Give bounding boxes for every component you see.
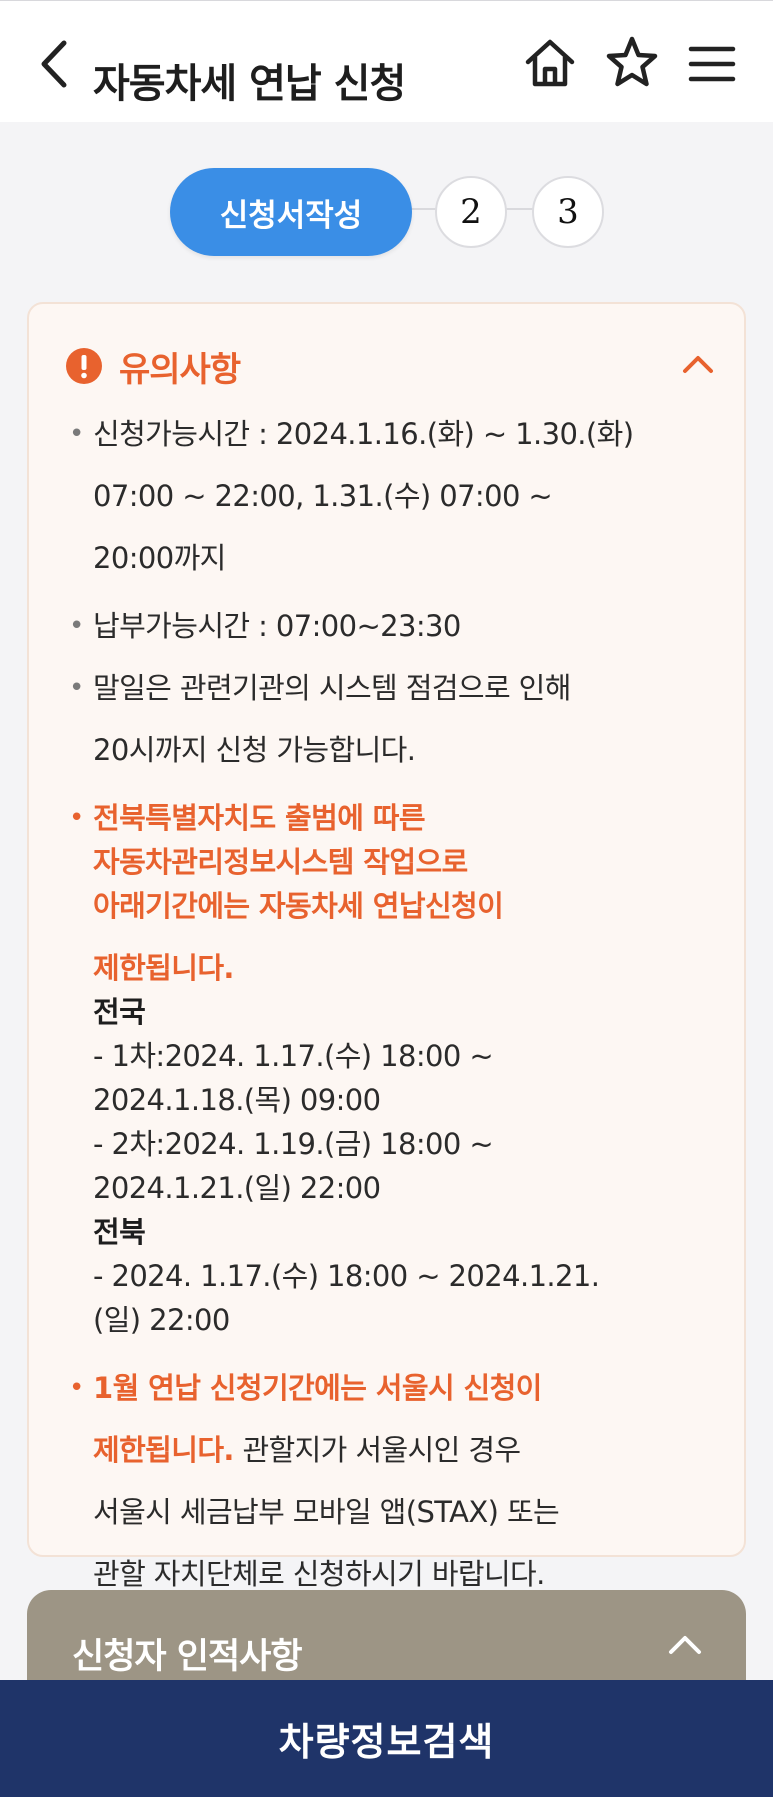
step-2: 2 [435,176,507,248]
bullet: • [69,803,84,833]
schedule-line: 2024.1.18.(목) 09:00 [93,1083,381,1117]
applicant-collapse-button[interactable] [664,1624,706,1666]
schedule-line: 2024.1.21.(일) 22:00 [93,1171,381,1205]
notice-line: 서울시 세금납부 모바일 앱(STAX) 또는 [93,1495,560,1529]
chevron-up-icon [669,1636,701,1654]
notice-collapse-button[interactable] [678,344,718,384]
schedule-line: - 2024. 1.17.(수) 18:00 ~ 2024.1.21. [93,1259,600,1293]
notice-list: • 신청가능시간 : 2024.1.16.(화) ~ 1.30.(화) 07:0… [57,412,727,1596]
notice-line: 관할지가 서울시인 경우 [233,1433,521,1467]
step-1-active: 신청서작성 [170,168,412,256]
app-screen: 자동차세 연납 신청 신청서작성 2 3 유의사항 • 신청가능시간: 202… [0,0,773,1797]
home-icon [525,39,575,87]
bullet: • [69,1373,84,1403]
back-button[interactable] [36,37,76,91]
schedule-line: - 1차:2024. 1.17.(수) 18:00 ~ [93,1039,494,1073]
top-header: 자동차세 연납 신청 [0,0,773,122]
notice-line: 20:00까지 [93,541,226,575]
schedule-line: (일) 22:00 [93,1303,230,1337]
highlight-line: 제한됩니다. [93,1433,234,1467]
notice-item-jeonbuk-restriction: • 전북특별자치도 출범에 따른 자동차관리정보시스템 작업으로 아래기간에는 … [57,796,727,1342]
region-heading-jeonbuk: 전북 [93,1215,146,1249]
star-icon [606,36,658,87]
notice-title: 유의사항 [119,349,241,390]
notice-line: 신청가능시간 : 2024.1.16.(화) ~ 1.30.(화) [93,417,634,451]
applicant-info-title: 신청자 인적사항 [72,1637,303,1677]
menu-button[interactable] [680,31,744,95]
favorite-button[interactable] [600,31,664,95]
highlight-line: 제한됩니다. [93,951,234,985]
notice-line: 말일은 관련기관의 시스템 점검으로 인해 [93,671,571,705]
notice-line: 20시까지 신청 가능합니다. [93,733,416,767]
region-heading-national: 전국 [93,995,146,1029]
chevron-left-icon [41,40,67,88]
step-3: 3 [532,176,604,248]
highlight-line: 전북특별자치도 출범에 따른 [93,801,426,835]
bullet: • [69,673,84,703]
exclamation-circle-icon [66,348,102,384]
highlight-line: 아래기간에는 자동차세 연납신청이 [93,889,504,923]
schedule-line: - 2차:2024. 1.19.(금) 18:00 ~ [93,1127,494,1161]
chevron-up-icon [683,356,713,373]
notice-item-apply-time: • 신청가능시간 : 2024.1.16.(화) ~ 1.30.(화) 07:0… [57,412,727,580]
bullet: • [69,611,84,641]
notice-header[interactable]: 유의사항 [65,346,241,390]
highlight-line: 1월 연납 신청기간에는 서울시 신청이 [93,1371,542,1405]
notice-item-payment-time: • 납부가능시간 : 07:00~23:30 [57,604,727,648]
page-title: 자동차세 연납 신청 [93,61,406,107]
notice-item-month-end: • 말일은 관련기관의 시스템 점검으로 인해 20시까지 신청 가능합니다. [57,666,727,772]
notice-line: 07:00 ~ 22:00, 1.31.(수) 07:00 ~ [93,479,553,513]
hamburger-menu-icon [688,46,736,82]
notice-card: 유의사항 • 신청가능시간 : 2024.1.16.(화) ~ 1.30.(화)… [27,302,746,1591]
home-button[interactable] [518,31,582,95]
highlight-line: 자동차관리정보시스템 작업으로 [93,845,468,879]
notice-line: 납부가능시간 : 07:00~23:30 [93,609,461,643]
notice-item-seoul-restriction: • 1월 연납 신청기간에는 서울시 신청이 제한됩니다. 관할지가 서울시인 … [57,1366,727,1596]
vehicle-search-button[interactable]: 차량정보검색 [0,1680,773,1797]
bullet: • [69,419,84,449]
